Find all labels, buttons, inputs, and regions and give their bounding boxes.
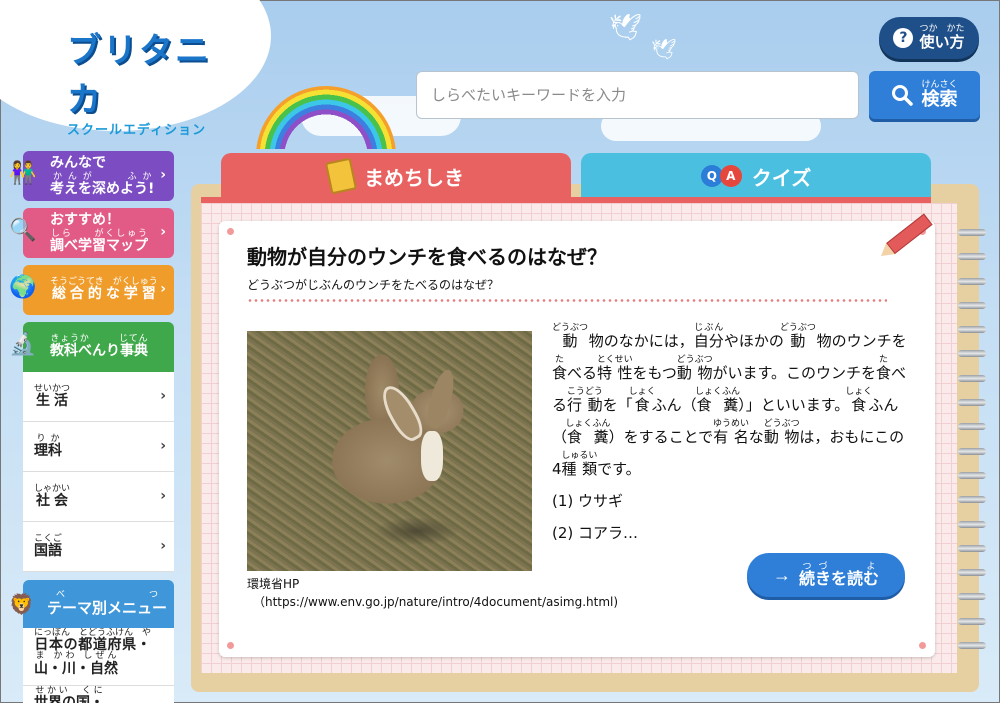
subject-label: 国語 (34, 542, 62, 559)
caption-source: 環境省HP (247, 577, 300, 591)
bird-icon: 🕊 (651, 37, 677, 61)
search-input[interactable] (416, 71, 859, 119)
recommend-line2: 調べ学習マップ (50, 237, 148, 254)
theme-label: テーマ別メニュー (47, 599, 168, 617)
subject-ruby: しゃかい (34, 483, 71, 494)
theme-ruby: べつ (47, 590, 168, 600)
question-icon: ? (893, 28, 914, 48)
chevron-right-icon: › (160, 438, 166, 454)
list-item: (1) ウサギ (552, 492, 624, 510)
subject-label: 社会 (34, 492, 71, 509)
chevron-right-icon: › (160, 281, 166, 297)
globe-icon: 🌍 (9, 275, 37, 300)
caption-url: （https://www.env.go.jp/nature/intro/4doc… (253, 595, 619, 609)
subject-item-rika[interactable]: 理科りか › (23, 422, 174, 472)
rabbit-photo (247, 331, 532, 571)
subject-item-shakai[interactable]: 社会しゃかい › (23, 472, 174, 522)
read-more-ruby: つづ よ (798, 561, 879, 571)
microscope-icon: 🔬 (9, 332, 37, 357)
subject-list: 生活せいかつ › 理科りか › 社会しゃかい › 国語こくご › (23, 372, 174, 572)
sidebar-item-dictionary[interactable]: 🔬 教科べんり事典きょうか じてん (9, 322, 174, 372)
subject-ruby: りか (34, 433, 62, 444)
subject-item-kokugo[interactable]: 国語こくご › (23, 522, 174, 572)
logo[interactable]: ブリタニカ スクールエディション (67, 23, 237, 138)
integrated-label: 総合的な学習 (50, 286, 158, 303)
recommend-line1: おすすめ！ (50, 212, 120, 229)
pin-decoration (227, 228, 234, 235)
help-ruby: つか かた (919, 24, 965, 34)
subject-label: 生活 (34, 392, 71, 409)
magnifier-book-icon: 🔍 (9, 218, 37, 243)
spiral-rings (958, 229, 988, 666)
help-button[interactable]: ? 使い方つか かた (879, 17, 979, 59)
subject-ruby: こくご (34, 533, 62, 544)
qa-icon: QA (700, 165, 742, 187)
rabbit-photo-detail (421, 431, 443, 481)
list-item: (2) コアラ… (552, 524, 639, 542)
subject-label: 理科 (34, 442, 62, 459)
logo-sub-text: スクールエディション (67, 123, 207, 138)
sidebar-item-discuss[interactable]: 👫 みんなで 考えを深めよう!かんが ふか › (9, 151, 174, 201)
dictionary-ruby: きょうか じてん (50, 334, 148, 345)
sidebar: 👫 みんなで 考えを深めよう!かんが ふか › 🔍 おすすめ！ 調べ学習マップし… (9, 151, 174, 703)
chevron-right-icon: › (160, 538, 166, 554)
search-icon (892, 85, 914, 106)
pin-decoration (227, 642, 234, 649)
book-icon (324, 157, 358, 195)
recommend-ruby: しら がくしゅう (50, 228, 148, 239)
sidebar-item-theme-menu[interactable]: 🦁 テーマ別メニューべつ (9, 580, 174, 628)
sidebar-item-recommend[interactable]: 🔍 おすすめ！ 調べ学習マップしら がくしゅう › (9, 208, 174, 258)
discuss-line1: みんなで (50, 155, 106, 172)
theme-item-ruby: せかい くに (34, 685, 104, 696)
search-button-ruby: けんさく (921, 79, 958, 89)
bird-icon: 🕊 (609, 13, 643, 43)
chevron-right-icon: › (160, 388, 166, 404)
subject-ruby: せいかつ (34, 383, 71, 394)
tab-quiz-label: クイズ (751, 165, 812, 190)
read-more-label: 続きを読む (798, 571, 879, 588)
theme-item-prefectures[interactable]: 日本の都道府県・山・川・自然にっぽん とどうふけん やま かわ しぜん (23, 628, 174, 686)
chevron-right-icon: › (160, 224, 166, 240)
chevron-right-icon: › (160, 488, 166, 504)
discuss-line2: 考えを深めよう! (50, 180, 155, 197)
lion-icon: 🦁 (9, 592, 34, 616)
chevron-right-icon: › (160, 167, 166, 183)
tab-mame-label: まめちしき (364, 165, 464, 190)
integrated-ruby: そうごうてき がくしゅう (50, 277, 158, 288)
tab-mamechishiki[interactable]: まめちしき (221, 153, 571, 199)
search-button-label: 検索 (921, 89, 958, 109)
qa-a: A (719, 165, 742, 187)
photo-caption: 環境省HP （https://www.env.go.jp/nature/intr… (247, 575, 618, 611)
arrow-right-icon: → (772, 564, 791, 585)
article-body: 動どうぶつ 物のなかには，自分じぶんやほかの動どうぶつ 物のウンチを食たべる特 … (552, 323, 912, 549)
sidebar-item-integrated[interactable]: 🌍 総合的な学習そうごうてき がくしゅう › (9, 265, 174, 315)
search-button[interactable]: 検索けんさく (869, 71, 980, 119)
dictionary-label: 教科べんり事典 (50, 343, 148, 360)
article-subtitle: どうぶつがじぶんのウンチをたべるのはなぜ？ (247, 278, 500, 292)
people-icon: 👫 (9, 161, 37, 186)
theme-item-world[interactable]: 世界の国・せかい くに (23, 686, 174, 703)
theme-list: 日本の都道府県・山・川・自然にっぽん とどうふけん やま かわ しぜん 世界の国… (23, 628, 174, 703)
article-title: 動物が自分のウンチを食べるのはなぜ？ (247, 245, 607, 269)
pin-decoration (919, 642, 926, 649)
subject-item-seikatsu[interactable]: 生活せいかつ › (23, 372, 174, 422)
help-label: 使い方 (919, 33, 965, 51)
dotted-divider (247, 299, 887, 302)
read-more-button[interactable]: → 続きを読むつづ よ (747, 553, 905, 597)
discuss-ruby: かんが ふか (50, 171, 155, 182)
logo-main-text: ブリタニカ (67, 31, 211, 120)
tab-quiz[interactable]: QA クイズ (581, 153, 931, 199)
